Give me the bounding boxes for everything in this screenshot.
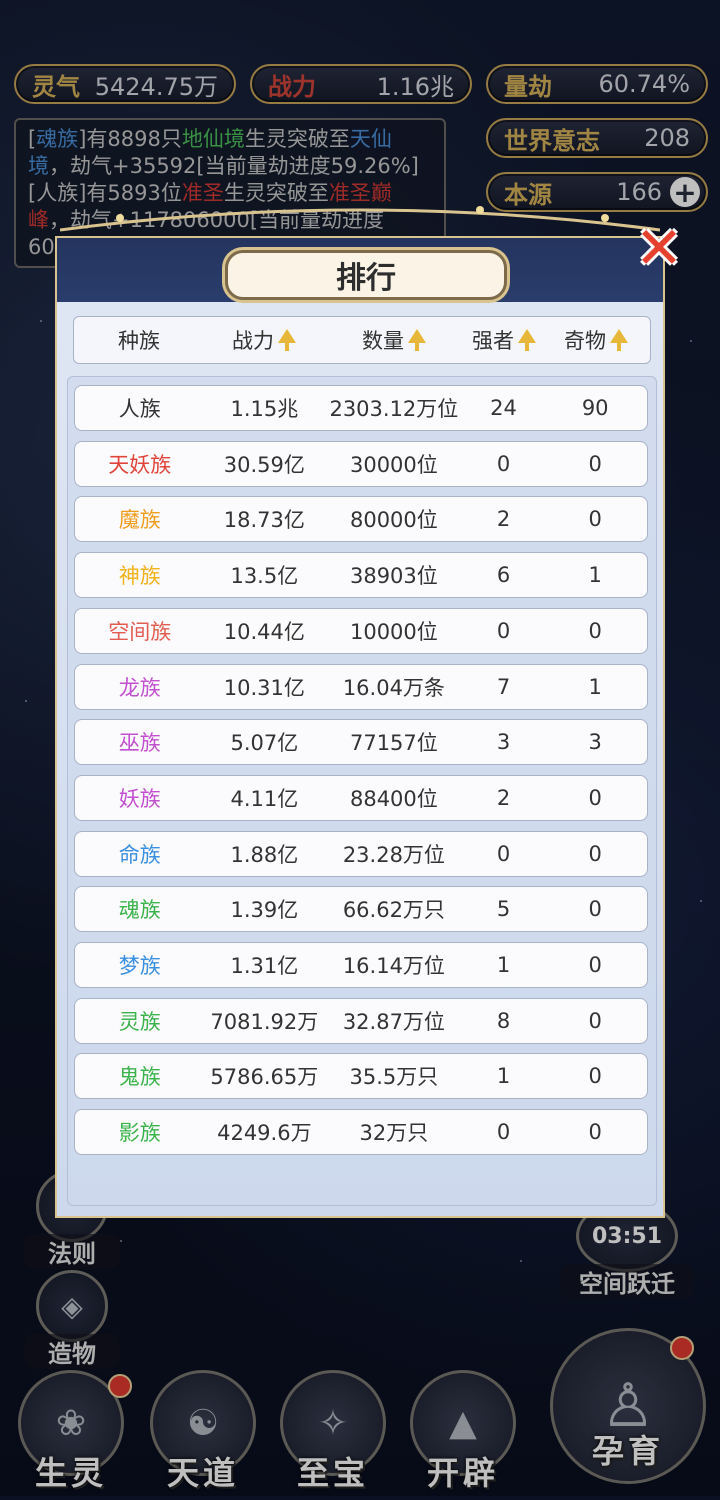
count-cell: 10000位 [349, 619, 438, 644]
count-cell: 2303.12万位 [329, 397, 459, 421]
count-cell: 16.04万条 [342, 675, 445, 700]
race-cell: 巫族 [118, 731, 161, 756]
table-row[interactable]: 影族 4249.6万 32万只 0 0 [74, 1109, 648, 1156]
modal-title: 排行 [225, 250, 507, 300]
race-cell: 龙族 [118, 675, 161, 700]
header-power[interactable]: 战力 [204, 325, 324, 355]
count-cell: 32.87万位 [342, 1009, 445, 1034]
power-cell: 1.88亿 [230, 842, 299, 867]
strong-cell: 7 [496, 674, 511, 699]
table-row[interactable]: 妖族 4.11亿 88400位 2 0 [74, 774, 648, 821]
power-cell: 4249.6万 [217, 1121, 312, 1146]
items-cell: 0 [588, 1064, 602, 1089]
items-cell: 3 [588, 730, 602, 755]
items-cell: 0 [588, 897, 602, 922]
items-cell: 0 [588, 841, 602, 866]
items-cell: 90 [581, 396, 609, 420]
count-cell: 23.28万位 [342, 842, 445, 867]
sort-arrow-icon[interactable] [408, 329, 426, 351]
power-cell: 13.5亿 [230, 564, 299, 589]
strong-cell: 2 [496, 785, 511, 810]
table-row[interactable]: 龙族 10.31亿 16.04万条 7 1 [74, 663, 648, 710]
race-cell: 魂族 [118, 898, 161, 923]
power-cell: 1.31亿 [230, 954, 299, 978]
power-cell: 1.15兆 [230, 397, 299, 421]
count-cell: 32万只 [359, 1121, 429, 1146]
items-cell: 0 [588, 1008, 602, 1033]
race-cell: 神族 [118, 564, 161, 589]
count-cell: 16.14万位 [342, 954, 445, 978]
ranking-modal: 排行 ✕ 种族 战力 数量 强者 奇物 人族 1.15兆 2303.12万位 24 90… [55, 214, 683, 1218]
race-cell: 人族 [118, 397, 161, 421]
sort-arrow-icon[interactable] [278, 329, 296, 351]
table-row[interactable]: 鬼族 5786.65万 35.5万只 1 0 [74, 1053, 648, 1100]
power-cell: 5786.65万 [210, 1065, 319, 1090]
table-row[interactable]: 巫族 5.07亿 77157位 3 3 [74, 719, 648, 766]
table-row[interactable]: 神族 13.5亿 38903位 6 1 [74, 552, 648, 599]
strong-cell: 2 [496, 507, 511, 532]
items-cell: 0 [588, 785, 602, 810]
strong-cell: 24 [490, 396, 517, 420]
power-cell: 18.73亿 [223, 508, 305, 533]
table-row[interactable]: 空间族 10.44亿 10000位 0 0 [74, 607, 648, 654]
race-cell: 妖族 [118, 786, 161, 811]
power-cell: 4.11亿 [230, 786, 299, 811]
race-cell: 天妖族 [108, 452, 172, 477]
items-cell: 1 [588, 563, 602, 588]
strong-cell: 5 [496, 897, 511, 922]
sort-arrow-icon[interactable] [610, 329, 628, 351]
count-cell: 88400位 [349, 786, 438, 811]
items-cell: 0 [588, 451, 602, 476]
count-cell: 35.5万只 [349, 1065, 439, 1090]
count-cell: 66.62万只 [342, 898, 445, 923]
sort-arrow-icon[interactable] [518, 329, 536, 351]
table-row[interactable]: 天妖族 30.59亿 30000位 0 0 [74, 440, 648, 487]
items-cell: 1 [588, 674, 602, 699]
race-cell: 魔族 [118, 508, 161, 533]
count-cell: 80000位 [349, 508, 438, 533]
strong-cell: 3 [496, 730, 511, 755]
power-cell: 10.44亿 [223, 619, 305, 644]
header-items[interactable]: 奇物 [544, 325, 648, 355]
table-row[interactable]: 人族 1.15兆 2303.12万位 24 90 [74, 385, 648, 431]
race-cell: 灵族 [118, 1009, 161, 1034]
count-cell: 77157位 [349, 731, 438, 756]
power-cell: 5.07亿 [230, 731, 299, 756]
strong-cell: 0 [496, 841, 511, 866]
items-cell: 0 [588, 1120, 602, 1145]
race-cell: 鬼族 [118, 1065, 161, 1090]
power-cell: 10.31亿 [223, 675, 305, 700]
strong-cell: 6 [496, 563, 511, 588]
strong-cell: 1 [496, 1064, 511, 1089]
strong-cell: 0 [496, 1120, 511, 1145]
count-cell: 38903位 [349, 564, 438, 589]
header-race: 种族 [118, 329, 160, 353]
table-row[interactable]: 梦族 1.31亿 16.14万位 1 0 [74, 942, 648, 988]
items-cell: 0 [588, 618, 602, 643]
race-cell: 命族 [118, 842, 161, 867]
race-cell: 梦族 [118, 954, 161, 978]
table-header: 种族 战力 数量 强者 奇物 [73, 316, 651, 364]
power-cell: 30.59亿 [223, 452, 305, 477]
header-strong[interactable]: 强者 [464, 325, 544, 355]
items-cell: 0 [588, 507, 602, 532]
table-row[interactable]: 魔族 18.73亿 80000位 2 0 [74, 496, 648, 543]
race-cell: 空间族 [108, 619, 172, 644]
ranking-list: 人族 1.15兆 2303.12万位 24 90 天妖族 30.59亿 30000位 0 0 魔族 1… [67, 376, 657, 1206]
table-row[interactable]: 灵族 7081.92万 32.87万位 8 0 [74, 997, 648, 1044]
race-cell: 影族 [118, 1121, 161, 1146]
power-cell: 1.39亿 [230, 898, 299, 923]
strong-cell: 0 [496, 618, 511, 643]
count-cell: 30000位 [349, 452, 438, 477]
power-cell: 7081.92万 [210, 1009, 319, 1034]
header-count[interactable]: 数量 [324, 325, 464, 355]
strong-cell: 1 [496, 953, 511, 977]
table-row[interactable]: 魂族 1.39亿 66.62万只 5 0 [74, 886, 648, 933]
close-icon[interactable]: ✕ [627, 214, 691, 282]
items-cell: 0 [588, 953, 602, 977]
table-row[interactable]: 命族 1.88亿 23.28万位 0 0 [74, 830, 648, 877]
strong-cell: 0 [496, 451, 511, 476]
strong-cell: 8 [496, 1008, 511, 1033]
gold-arc-decoration [60, 206, 660, 232]
